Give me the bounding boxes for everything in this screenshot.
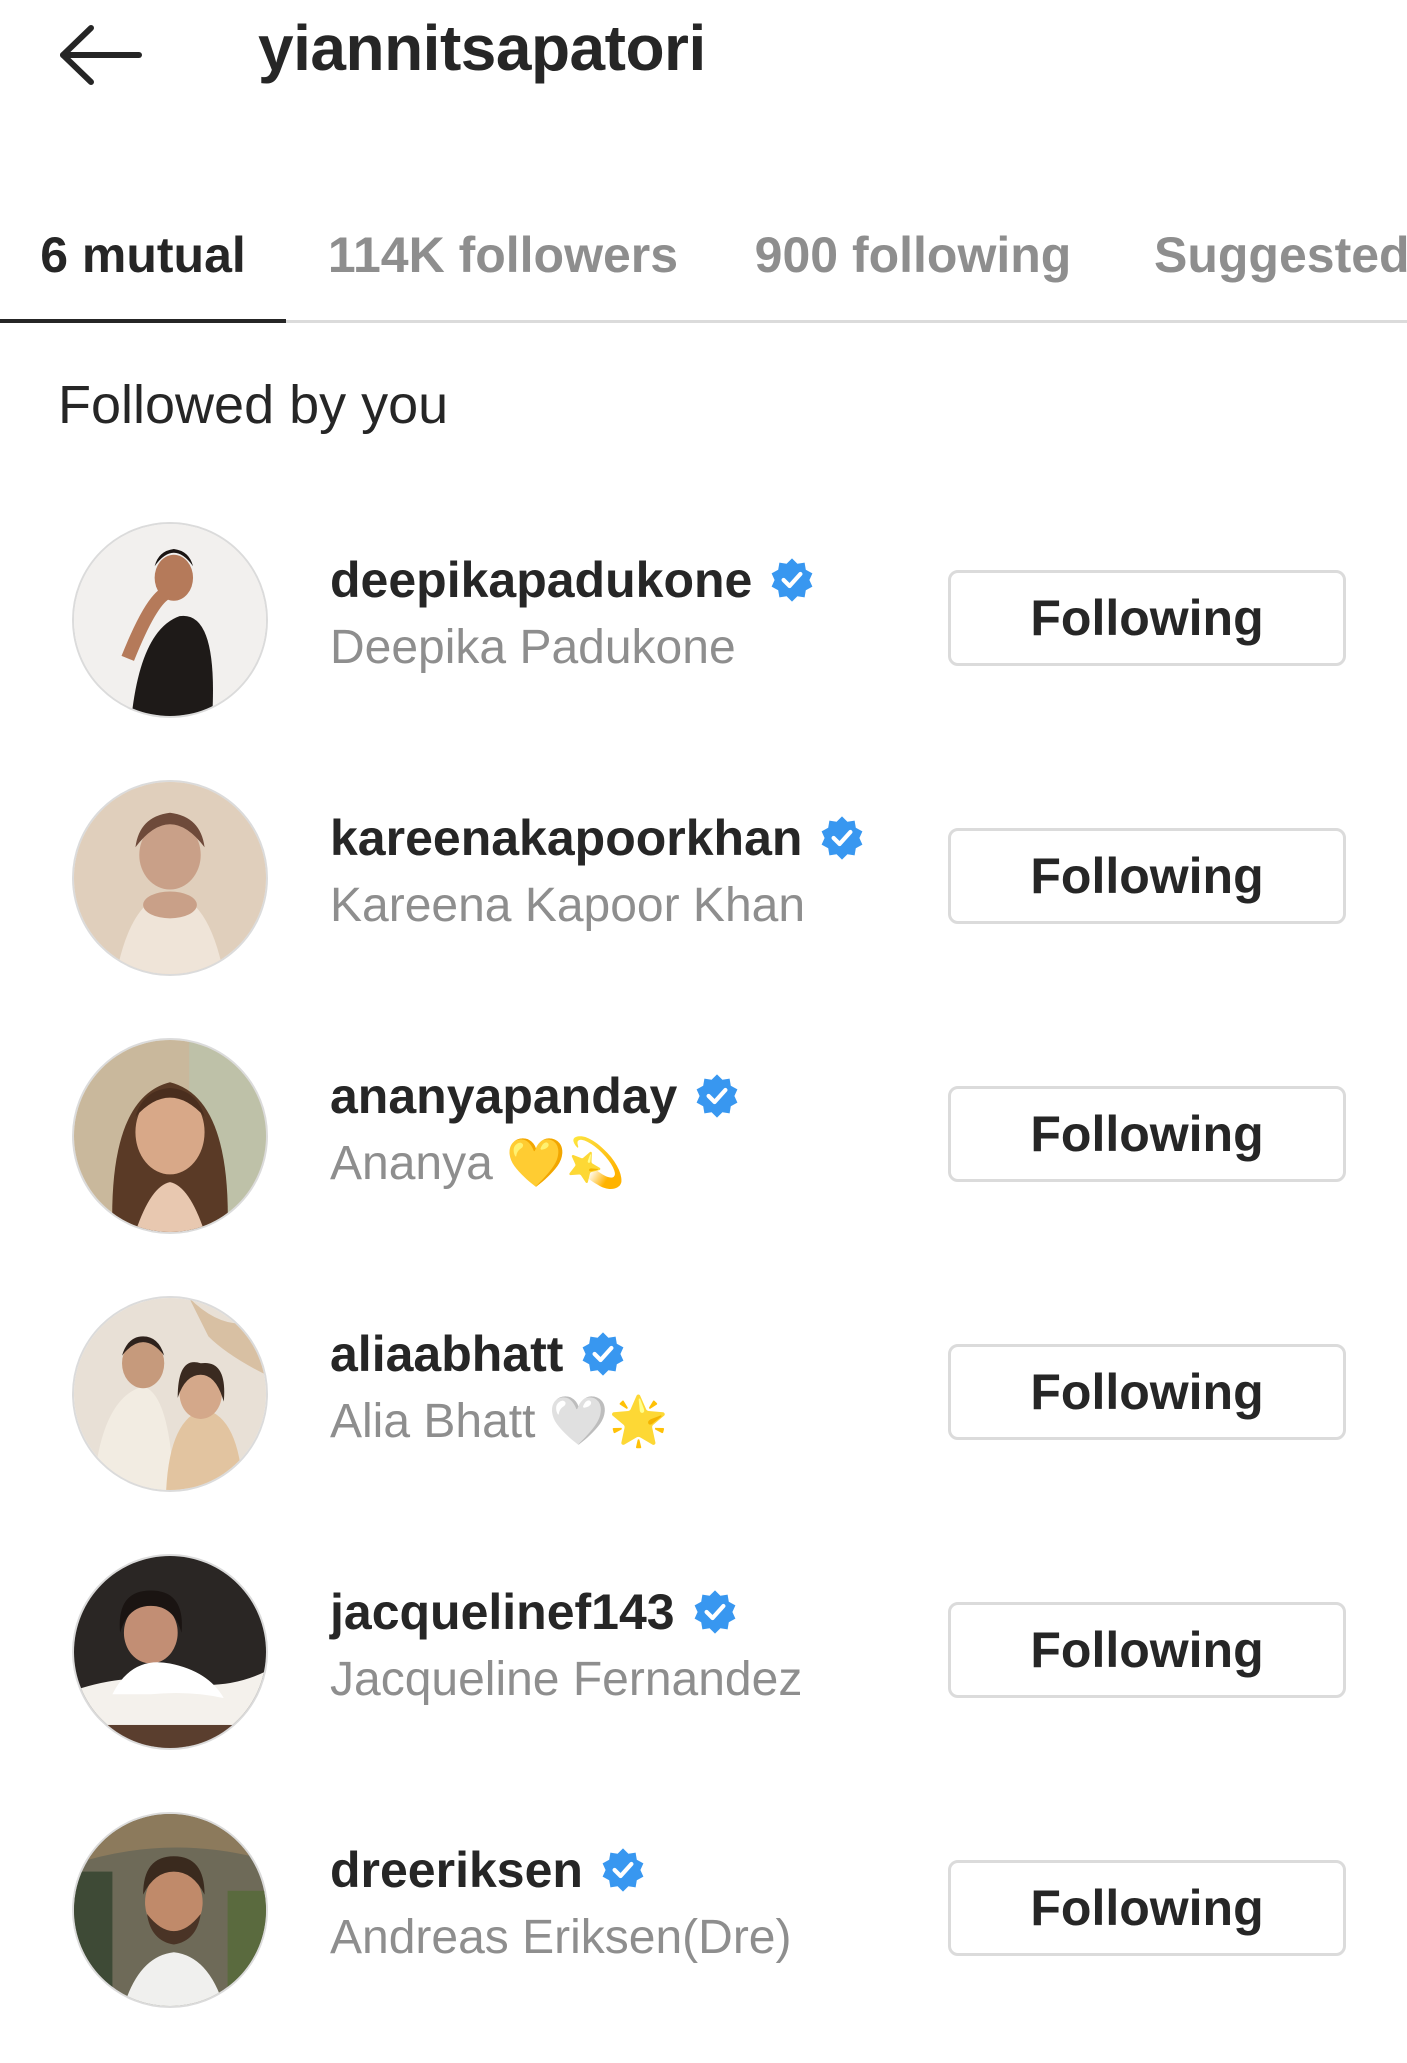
full-name: Ananya 💛💫 (330, 1137, 626, 1190)
following-button[interactable]: Following (948, 828, 1346, 924)
verified-badge-icon (771, 558, 813, 602)
verified-badge-icon (602, 1848, 644, 1892)
arrow-left-icon (60, 25, 142, 85)
full-name: Kareena Kapoor Khan (330, 879, 806, 932)
verified-badge-icon (583, 1332, 624, 1376)
tab-following[interactable]: 900 following (750, 190, 1076, 320)
username[interactable]: kareenakapoorkhan (330, 809, 802, 867)
full-name: Jacqueline Fernandez (330, 1653, 803, 1706)
tab-mutual[interactable]: 6 mutual (0, 190, 286, 320)
avatar[interactable] (72, 780, 268, 976)
username[interactable]: aliaabhatt (330, 1325, 563, 1383)
list-item: jacquelinef143 Jacqueline Fernandez Foll… (0, 1547, 1407, 1805)
verified-badge-icon (822, 816, 863, 860)
verified-badge-icon (694, 1590, 736, 1634)
username[interactable]: dreeriksen (330, 1841, 583, 1899)
page-title: yiannitsapatori (258, 12, 706, 84)
following-button[interactable]: Following (948, 570, 1346, 666)
following-button[interactable]: Following (948, 1860, 1346, 1956)
verified-badge-icon (696, 1074, 738, 1118)
username[interactable]: deepikapadukone (330, 551, 752, 609)
avatar[interactable] (72, 1296, 268, 1492)
active-tab-indicator (0, 319, 286, 323)
full-name: Deepika Padukone (330, 621, 736, 674)
username[interactable]: ananyapanday (330, 1067, 677, 1125)
list-item: dreeriksen Andreas Eriksen(Dre) Followin… (0, 1805, 1407, 2063)
list-item: aliaabhatt Alia Bhatt 🤍🌟 Following (0, 1289, 1407, 1547)
back-button[interactable] (52, 10, 148, 100)
avatar[interactable] (72, 1554, 268, 1750)
full-name: Andreas Eriksen(Dre) (330, 1911, 792, 1964)
avatar[interactable] (72, 522, 268, 718)
list-item: deepikapadukone Deepika Padukone Followi… (0, 515, 1407, 773)
list-item: kareenakapoorkhan Kareena Kapoor Khan Fo… (0, 773, 1407, 1031)
top-bar: yiannitsapatori (0, 0, 1407, 110)
account-list: deepikapadukone Deepika Padukone Followi… (0, 515, 1407, 2063)
avatar[interactable] (72, 1812, 268, 2008)
following-button[interactable]: Following (948, 1086, 1346, 1182)
section-title: Followed by you (58, 375, 449, 435)
following-button[interactable]: Following (948, 1602, 1346, 1698)
tab-followers[interactable]: 114K followers (318, 190, 688, 320)
username[interactable]: jacquelinef143 (330, 1583, 675, 1641)
list-item: ananyapanday Ananya 💛💫 Following (0, 1031, 1407, 1289)
tab-suggested[interactable]: Suggested (1140, 190, 1407, 320)
following-button[interactable]: Following (948, 1344, 1346, 1440)
tab-bar: 6 mutual 114K followers 900 following Su… (0, 190, 1407, 323)
avatar[interactable] (72, 1038, 268, 1234)
full-name: Alia Bhatt 🤍🌟 (330, 1395, 669, 1448)
